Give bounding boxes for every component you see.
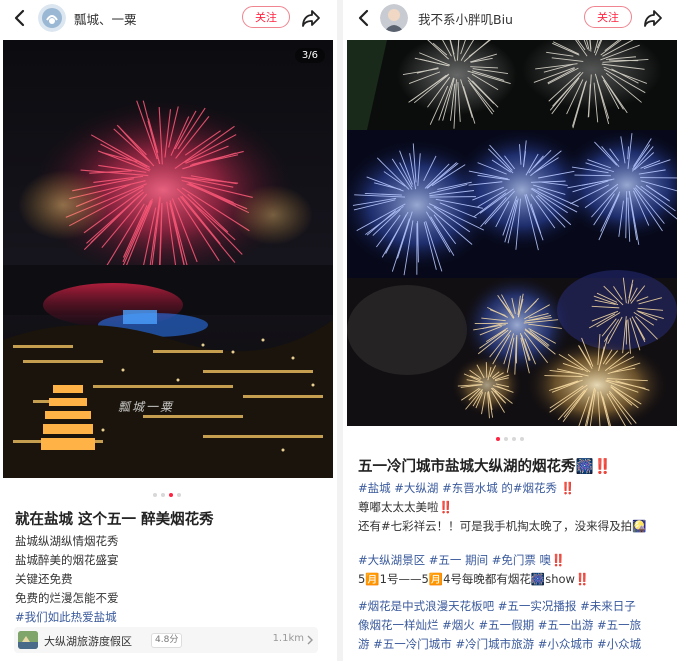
carousel-indicator — [153, 493, 181, 499]
post-title: 就在盐城 这个五一 醉美烟花秀 — [15, 512, 214, 528]
location-distance: 1.1km — [272, 633, 304, 644]
body-line: 尊嘟太太太美啦‼️ — [358, 500, 453, 514]
photo-counter: 3/6 — [294, 48, 325, 63]
author-name[interactable]: 瓢城、一粟 — [74, 9, 137, 28]
body-line: 关键还免费 — [15, 572, 73, 586]
right-top-bar: 我不系小胖叽Biu 关注 — [344, 0, 680, 38]
share-icon[interactable] — [642, 7, 664, 29]
hashtag-link[interactable]: #烟花是中式浪漫天花板吧 #五一实况播报 #未来日子 — [358, 598, 636, 614]
author-name[interactable]: 我不系小胖叽Biu — [418, 9, 513, 28]
post-photo[interactable]: 3/6 瓢城一粟 — [3, 40, 333, 478]
avatar-image — [380, 4, 408, 32]
hashtag-link[interactable]: 游 #五一冷门城市 #冷门城市旅游 #小众城市 #小众城 — [358, 636, 641, 652]
body-line: 免费的烂漫怎能不爱 — [15, 591, 119, 605]
back-arrow-icon[interactable] — [354, 8, 374, 28]
carousel-indicator — [496, 437, 524, 443]
body-line: 5🈷️1号——5🈷️4号每晚都有烟花🎆show‼️ — [358, 572, 590, 586]
hashtag-line[interactable]: #盐城 #大纵湖 #东晋水城 的#烟花秀 ‼️ — [358, 480, 575, 496]
back-arrow-icon[interactable] — [10, 8, 30, 28]
left-top-bar: 瓢城、一粟 关注 — [0, 0, 336, 38]
post-photo[interactable] — [347, 40, 677, 426]
carousel-dot — [153, 493, 157, 497]
avatar[interactable] — [380, 4, 408, 32]
panel-divider — [337, 0, 343, 661]
avatar-image — [38, 4, 66, 32]
location-thumbnail — [18, 631, 38, 649]
avatar[interactable] — [38, 4, 66, 32]
follow-button[interactable]: 关注 — [242, 6, 290, 28]
fireworks-collage-image — [347, 40, 677, 426]
body-line: 盐城醉美的烟花盛宴 — [15, 553, 119, 567]
hashtag-link[interactable]: #盐城 #大纵湖 #东晋水城 的#烟花秀 ‼️ — [358, 481, 575, 495]
right-post: 我不系小胖叽Biu 关注 五一冷门城市盐城大纵湖的烟花秀🎆‼️ #盐城 #大纵湖… — [344, 0, 680, 661]
hashtag-link[interactable]: #我们如此热爱盐城 — [15, 609, 117, 625]
post-title: 五一冷门城市盐城大纵湖的烟花秀🎆‼️ — [358, 459, 612, 475]
location-name: 大纵湖旅游度假区 — [44, 635, 132, 648]
share-icon[interactable] — [300, 7, 322, 29]
chevron-right-icon — [307, 635, 313, 645]
body-line: 盐城纵湖纵情烟花秀 — [15, 534, 119, 548]
follow-button[interactable]: 关注 — [584, 6, 632, 28]
carousel-dot-active — [496, 437, 500, 441]
hashtag-link[interactable]: 像烟花一样灿烂 #烟火 #五一假期 #五一出游 #五一旅 — [358, 617, 641, 633]
location-rating: 4.8分 — [151, 633, 183, 648]
carousel-dot-active — [169, 493, 173, 497]
carousel-dot — [512, 437, 516, 441]
carousel-dot — [520, 437, 524, 441]
carousel-dot — [504, 437, 508, 441]
carousel-dot — [161, 493, 165, 497]
location-card[interactable]: 大纵湖旅游度假区 4.8分 1.1km — [14, 627, 318, 653]
photo-watermark: 瓢城一粟 — [118, 400, 175, 414]
left-post: 瓢城、一粟 关注 3/6 瓢城一粟 就在盐城 这个五一 醉美烟花秀 盐城纵湖纵情… — [0, 0, 336, 661]
hashtag-link[interactable]: #大纵湖景区 #五一 期间 #免门票 噢‼️ — [358, 552, 565, 568]
carousel-dot — [177, 493, 181, 497]
body-line: 还有#七彩祥云！！可是我手机掏太晚了，没来得及拍🎑 — [358, 519, 647, 533]
